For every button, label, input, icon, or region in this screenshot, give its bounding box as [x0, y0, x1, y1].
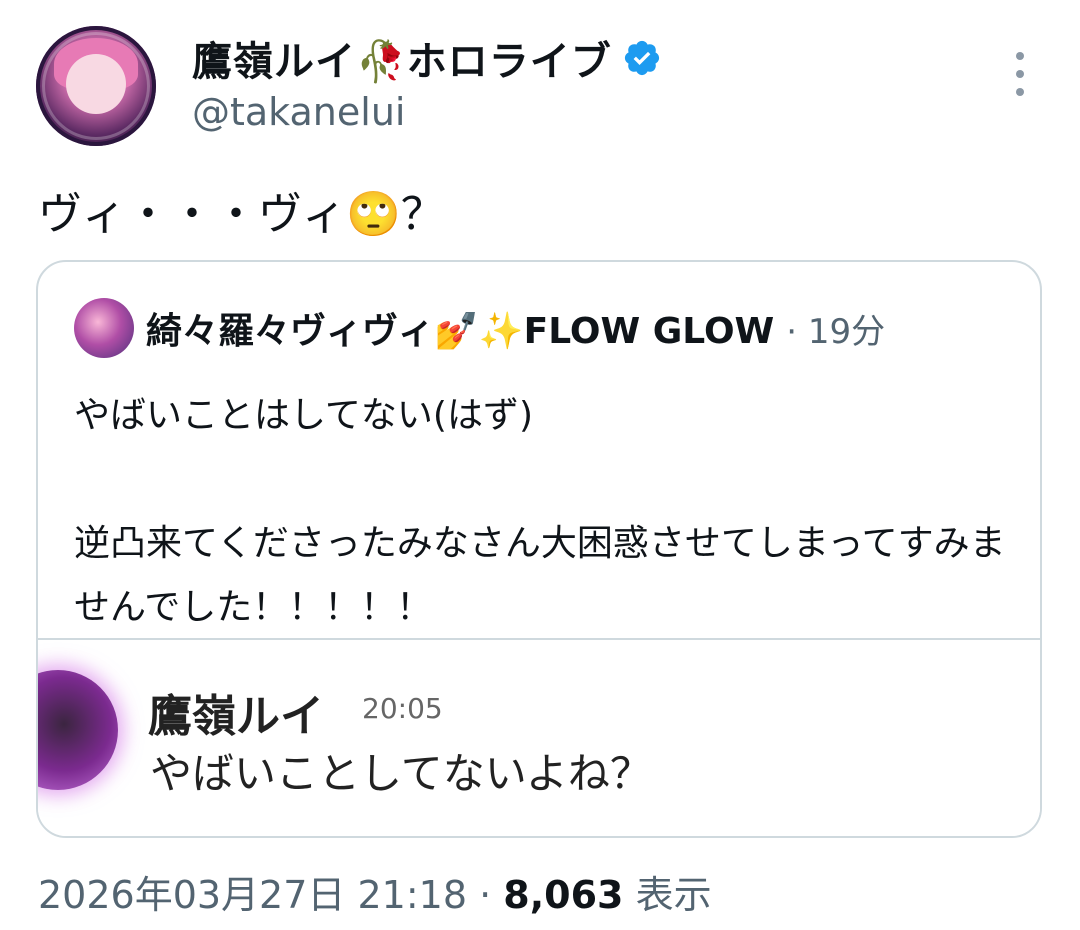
author-handle[interactable]: @takanelui — [192, 90, 405, 134]
tweet-text-content: ヴィ・・・ヴィ🙄？ — [38, 189, 445, 240]
author-avatar[interactable] — [36, 26, 156, 146]
quoted-tweet-header: 綺々羅々ヴィヴィ💅✨FLOW GLOW · 19分 — [74, 296, 885, 360]
views-label: 表示 — [635, 873, 712, 917]
quoted-author-display-name: 綺々羅々ヴィヴィ💅✨FLOW GLOW — [146, 311, 775, 352]
embedded-chat-image[interactable]: 鷹嶺ルイ 20:05 やばいことしてないよね？ — [38, 638, 1040, 836]
meta-separator: · — [479, 873, 492, 917]
quoted-tweet-time: · 19分 — [786, 311, 886, 352]
tweet-timestamp[interactable]: 2026年03月27日 21:18 — [38, 873, 467, 917]
chat-message: やばいことしてないよね？ — [150, 749, 652, 798]
quoted-tweet-card[interactable]: 綺々羅々ヴィヴィ💅✨FLOW GLOW · 19分 やばいことはしてない(はず)… — [36, 260, 1042, 838]
tweet-text: ヴィ・・・ヴィ🙄？ — [38, 178, 445, 242]
quoted-tweet-body: やばいことはしてない(はず) 逆凸来てくださったみなさん大困惑させてしまってすみ… — [74, 395, 1006, 628]
author-display-name[interactable]: 鷹嶺ルイ🥀ホロライブ — [192, 29, 612, 87]
more-dot — [1016, 70, 1024, 78]
tweet-metadata: 2026年03月27日 21:18 · 8,063 表示 — [38, 864, 712, 919]
chat-time: 20:05 — [362, 692, 443, 725]
more-options-icon[interactable] — [1008, 52, 1032, 96]
views-count: 8,063 — [503, 873, 624, 917]
author-name-row[interactable]: 鷹嶺ルイ🥀ホロライブ — [192, 30, 662, 86]
more-dot — [1016, 88, 1024, 96]
more-dot — [1016, 52, 1024, 60]
verified-badge-icon — [624, 40, 659, 76]
quoted-author-avatar[interactable] — [74, 298, 134, 358]
chat-avatar — [38, 670, 118, 790]
chat-author-name: 鷹嶺ルイ — [148, 691, 324, 742]
avatar-face — [66, 54, 126, 114]
quoted-author-name[interactable]: 綺々羅々ヴィヴィ💅✨FLOW GLOW — [146, 302, 774, 354]
